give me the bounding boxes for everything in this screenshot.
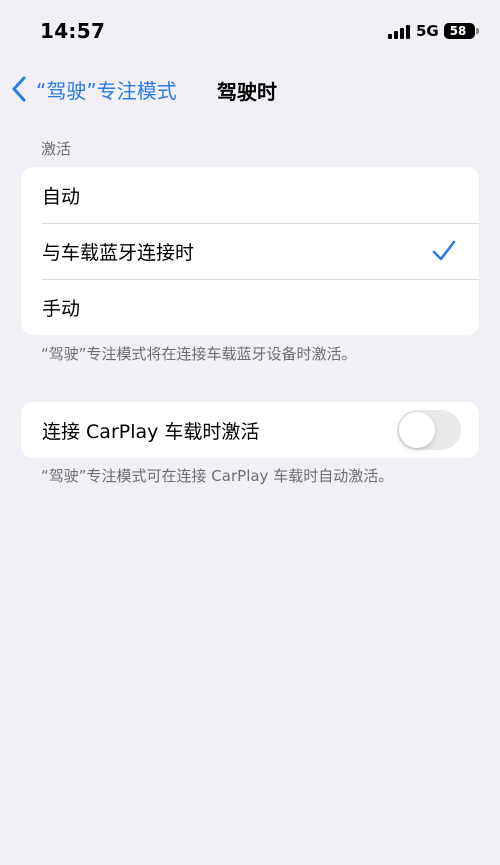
activation-options-group: 自动 与车载蓝牙连接时 手动 (21, 167, 479, 335)
back-button[interactable]: “驾驶”专注模式 (10, 74, 177, 104)
carplay-footer: “驾驶”专注模式可在连接 CarPlay 车载时自动激活。 (41, 467, 394, 485)
battery-cap (476, 28, 479, 34)
status-time: 14:57 (40, 19, 106, 43)
carplay-label: 连接 CarPlay 车载时激活 (42, 420, 260, 443)
battery-icon: 58 (444, 23, 479, 39)
back-button-label: “驾驶”专注模式 (36, 78, 177, 103)
toggle-knob (399, 412, 435, 448)
section-header-activation: 激活 (41, 140, 72, 158)
option-automatic[interactable]: 自动 (21, 167, 479, 223)
option-label: 与车载蓝牙连接时 (42, 241, 195, 264)
page-title: 驾驶时 (217, 80, 277, 104)
carplay-row[interactable]: 连接 CarPlay 车载时激活 (21, 402, 479, 458)
carplay-toggle[interactable] (397, 410, 461, 450)
battery-percentage: 58 (449, 24, 467, 38)
navigation-bar: “驾驶”专注模式 驾驶时 (0, 62, 500, 116)
activation-footer: “驾驶”专注模式将在连接车载蓝牙设备时激活。 (41, 345, 357, 363)
option-manual[interactable]: 手动 (21, 279, 479, 335)
status-bar: 14:57 5G 58 (0, 0, 500, 62)
chevron-left-icon (12, 76, 26, 102)
cellular-signal-icon (388, 25, 410, 39)
option-car-bluetooth[interactable]: 与车载蓝牙连接时 (21, 223, 479, 279)
checkmark-icon (432, 240, 456, 261)
network-type: 5G (416, 22, 439, 40)
option-label: 手动 (42, 297, 81, 320)
option-label: 自动 (42, 185, 81, 208)
carplay-group: 连接 CarPlay 车载时激活 (21, 402, 479, 458)
